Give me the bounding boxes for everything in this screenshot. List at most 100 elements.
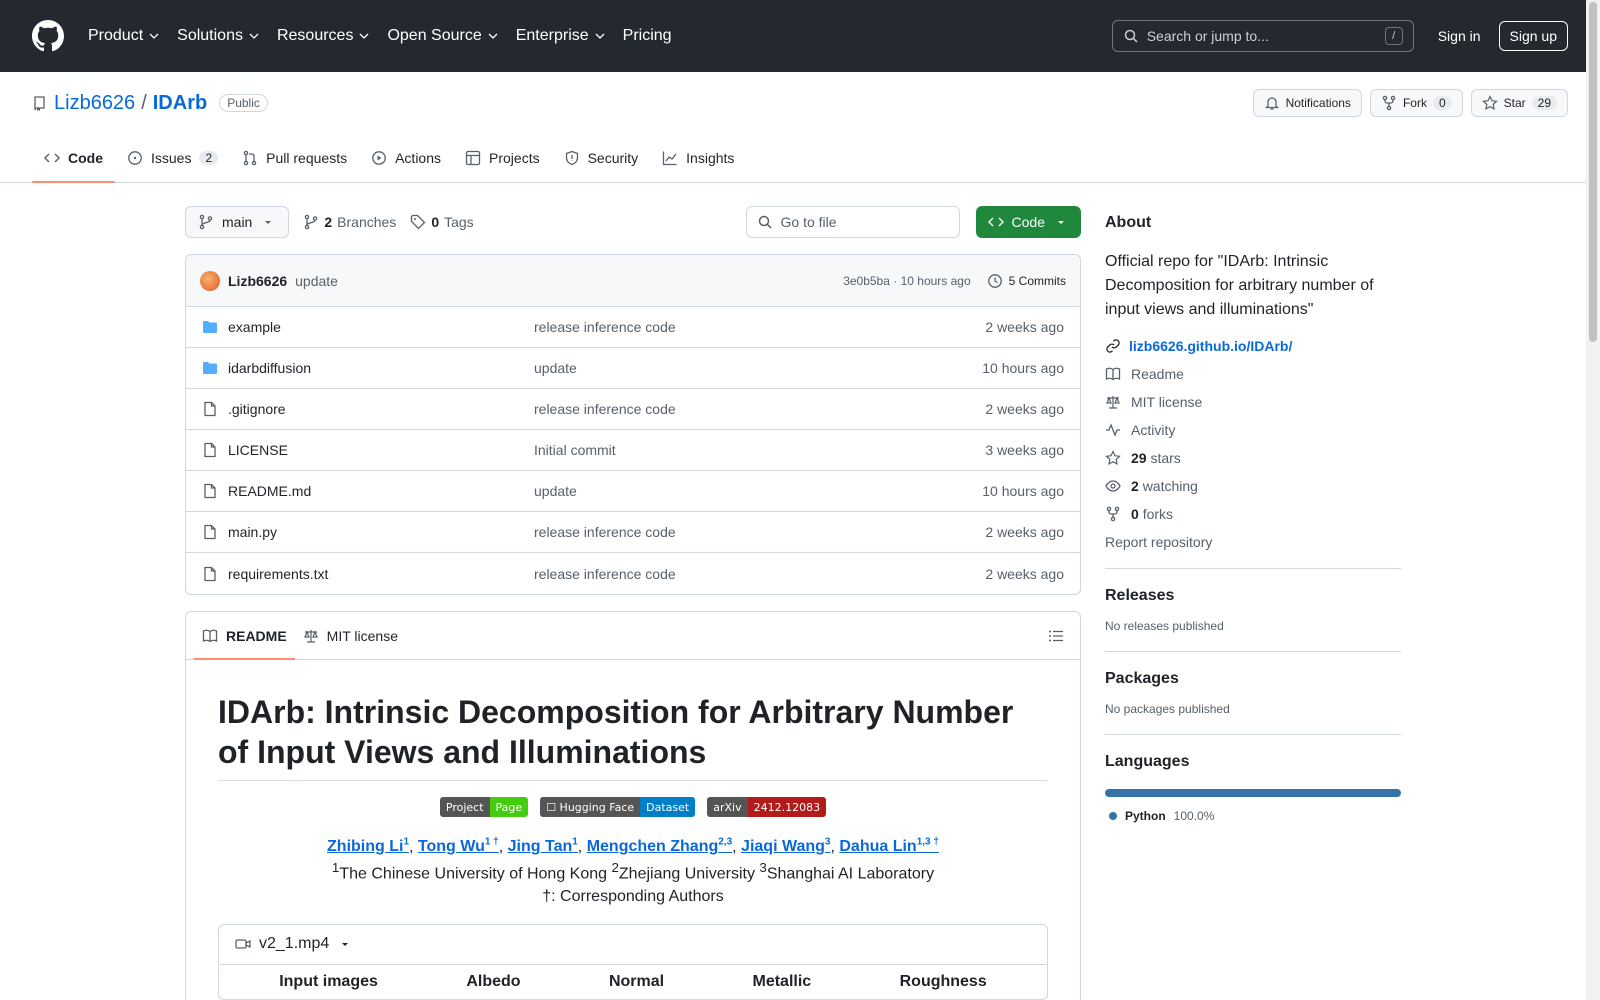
author-link[interactable]: Jiaqi Wang3	[741, 837, 830, 856]
file-commit-date: 2 weeks ago	[985, 565, 1064, 582]
tab-projects[interactable]: Projects	[453, 134, 552, 182]
chevron-down-icon	[359, 33, 369, 39]
shield-badge[interactable]: arXiv 2412.12083	[707, 797, 827, 817]
tags-link[interactable]: 0 Tags	[410, 214, 474, 230]
shield-badge[interactable]: Project Page	[439, 797, 529, 817]
file-row: idarbdiffusion update 10 hours ago	[186, 348, 1080, 389]
file-commit-message[interactable]: release inference code	[534, 524, 985, 540]
github-logo-icon[interactable]	[32, 20, 64, 52]
go-to-file-input[interactable]: Go to file	[745, 206, 960, 238]
code-download-button[interactable]: Code	[975, 206, 1081, 238]
author-link[interactable]: Dahua Lin1,3 †	[839, 837, 939, 855]
activity-link[interactable]: Activity	[1105, 422, 1401, 438]
nav-solutions[interactable]: Solutions	[177, 27, 259, 45]
file-name: requirements.txt	[228, 565, 329, 582]
file-commit-message[interactable]: update	[534, 483, 982, 499]
search-shortcut-key: /	[1384, 27, 1403, 45]
sign-up-button[interactable]: Sign up	[1498, 21, 1568, 51]
repo-separator: /	[141, 91, 147, 114]
file-commit-message[interactable]: release inference code	[534, 566, 985, 582]
report-repository-link[interactable]: Report repository	[1105, 534, 1401, 550]
commit-author[interactable]: Lizb6626	[228, 273, 287, 289]
shield-badge[interactable]: ☐ Hugging Face Dataset	[540, 797, 696, 817]
star-button[interactable]: Star 29	[1470, 89, 1568, 117]
author-link[interactable]: Tong Wu1 †	[418, 837, 499, 855]
fork-button[interactable]: Fork 0	[1369, 89, 1463, 117]
nav-product-label: Product	[88, 27, 144, 44]
author-link[interactable]: Mengchen Zhang2,3	[587, 837, 733, 855]
caret-down-icon	[1058, 221, 1064, 224]
watching-link[interactable]: 2 watching	[1105, 478, 1401, 494]
file-name-link[interactable]: main.py	[202, 524, 534, 540]
nav-pricing[interactable]: Pricing	[623, 27, 672, 45]
stars-link[interactable]: 29 stars	[1105, 450, 1401, 466]
readme-link[interactable]: Readme	[1105, 366, 1401, 382]
nav-product[interactable]: Product	[88, 27, 159, 45]
author-affil-sup: 1 †	[484, 837, 499, 848]
file-name-link[interactable]: example	[202, 319, 534, 335]
stars-count: 29	[1131, 450, 1147, 466]
file-row: main.py release inference code 2 weeks ago	[186, 512, 1080, 553]
packages-heading[interactable]: Packages	[1105, 670, 1401, 688]
homepage-link[interactable]: lizb6626.github.io/IDArb/	[1105, 338, 1401, 354]
forks-count: 0	[1131, 506, 1139, 522]
folder-icon	[203, 362, 217, 374]
code-button-label: Code	[1011, 214, 1045, 230]
video-column-headers: Input images Albedo Normal Metallic Roughnes…	[219, 965, 1047, 999]
badge-label: arXiv	[707, 797, 748, 817]
chevron-down-icon	[595, 33, 605, 39]
author-link[interactable]: Jing Tan1	[507, 837, 578, 856]
commits-link[interactable]: 5 Commits	[987, 273, 1066, 289]
repo-owner-link[interactable]: Lizb6626	[54, 92, 135, 115]
file-name-link[interactable]: LICENSE	[202, 442, 534, 458]
branches-link[interactable]: 2 Branches	[303, 214, 396, 230]
author-affil-sup: 2,3	[718, 837, 733, 848]
author-name: Jiaqi Wang	[741, 838, 825, 856]
commit-hash[interactable]: 3e0b5ba	[843, 274, 890, 288]
sign-in-link[interactable]: Sign in	[1438, 28, 1481, 44]
search-input[interactable]: Search or jump to... /	[1111, 20, 1414, 52]
star-icon	[1105, 450, 1121, 466]
nav-enterprise[interactable]: Enterprise	[516, 27, 605, 45]
file-commit-message[interactable]: update	[534, 360, 982, 376]
tab-security[interactable]: Security	[552, 134, 651, 182]
video-column-header: Roughness	[899, 972, 987, 990]
tab-insights[interactable]: Insights	[650, 134, 746, 182]
readme-tab-label: README	[226, 627, 287, 644]
file-commit-message[interactable]: release inference code	[534, 401, 985, 417]
file-toolbar: main 2 Branches 0 Tags Go to file Code	[185, 206, 1081, 238]
nav-resources[interactable]: Resources	[277, 27, 369, 45]
author-link[interactable]: Zhibing Li1	[327, 837, 409, 855]
tab-pull-requests[interactable]: Pull requests	[230, 134, 359, 182]
file-name-link[interactable]: README.md	[202, 483, 534, 499]
file-name-link[interactable]: .gitignore	[202, 401, 534, 417]
tab-actions[interactable]: Actions	[359, 134, 453, 182]
license-tab[interactable]: MIT license	[295, 612, 406, 659]
file-name-link[interactable]: requirements.txt	[202, 566, 534, 582]
tab-code[interactable]: Code	[32, 134, 115, 183]
page-scrollbar[interactable]	[1586, 0, 1600, 1000]
repo-name-link[interactable]: IDArb	[153, 92, 207, 115]
avatar[interactable]	[200, 270, 220, 291]
tab-issues[interactable]: Issues 2	[115, 134, 230, 182]
video-selector[interactable]: v2_1.mp4	[219, 925, 1047, 965]
readme-tab[interactable]: README	[194, 612, 295, 660]
forks-summary: 0 forks	[1131, 506, 1173, 522]
notifications-button[interactable]: Notifications	[1252, 89, 1362, 117]
file-commit-date: 10 hours ago	[982, 483, 1064, 499]
issue-icon	[128, 151, 142, 165]
outline-button[interactable]	[1048, 612, 1072, 659]
author-name: Jing Tan	[507, 838, 573, 856]
releases-heading[interactable]: Releases	[1105, 587, 1401, 605]
branch-selector[interactable]: main	[185, 206, 290, 238]
bell-icon	[1264, 97, 1279, 110]
file-commit-message[interactable]: Initial commit	[534, 442, 985, 458]
file-name-link[interactable]: idarbdiffusion	[202, 360, 534, 376]
forks-link[interactable]: 0 forks	[1105, 506, 1401, 522]
license-link[interactable]: MIT license	[1105, 394, 1401, 410]
commit-message[interactable]: update	[295, 273, 338, 289]
language-item[interactable]: Python 100.0%	[1105, 809, 1401, 823]
file-commit-message[interactable]: release inference code	[534, 319, 985, 335]
scrollbar-thumb[interactable]	[1589, 2, 1597, 342]
nav-open-source[interactable]: Open Source	[387, 27, 498, 45]
